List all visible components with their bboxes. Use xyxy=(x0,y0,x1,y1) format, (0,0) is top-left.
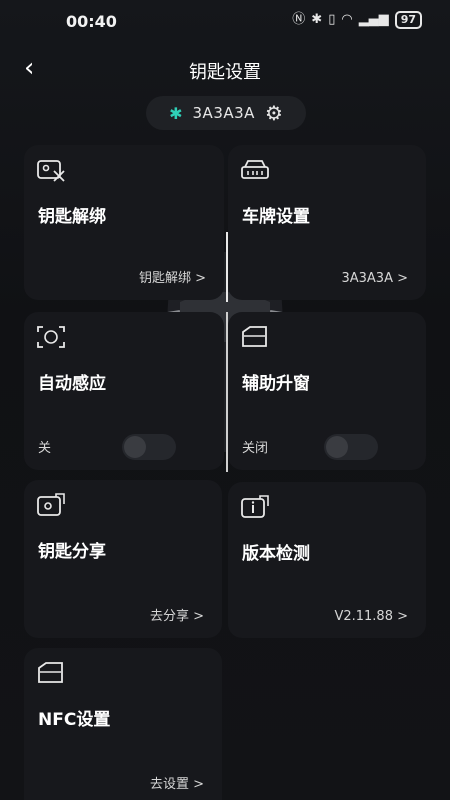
gear-icon[interactable]: ⚙ xyxy=(265,101,283,125)
key-unbind-link[interactable]: 钥匙解绑 > xyxy=(139,267,206,286)
key-share-icon xyxy=(37,493,65,516)
window-assist-title: 辅助升窗 xyxy=(242,374,310,394)
toggle-knob xyxy=(124,436,146,458)
face-sense-icon xyxy=(37,326,65,348)
key-unbind-icon xyxy=(37,160,65,182)
wifi-status-icon: ◠ xyxy=(341,12,353,27)
status-icons: Ⓝ ✱ ▯ ◠ ▂▄▆ 97 xyxy=(292,11,422,29)
battery-indicator: 97 xyxy=(394,11,422,29)
bluetooth-status-icon: ✱ xyxy=(311,12,323,27)
auto-sense-title: 自动感应 xyxy=(38,374,106,394)
status-bar: 00:40 Ⓝ ✱ ▯ ◠ ▂▄▆ 97 xyxy=(0,0,450,42)
screen: 00:40 Ⓝ ✱ ▯ ◠ ▂▄▆ 97 ‹ 钥匙设置 ✱ 3A3A3A ⚙ 钥… xyxy=(0,0,450,800)
info-icon xyxy=(241,495,269,518)
signal-status-icon: ▂▄▆ xyxy=(358,12,389,27)
window-assist-state: 关闭 xyxy=(242,441,269,456)
page-title: 钥匙设置 xyxy=(189,62,261,83)
status-time: 00:40 xyxy=(66,12,117,31)
key-share-title: 钥匙分享 xyxy=(38,542,106,562)
device-name: 3A3A3A xyxy=(192,104,255,122)
bluetooth-icon: ✱ xyxy=(169,103,183,123)
nfc-status-icon: Ⓝ xyxy=(292,12,306,27)
car-door-icon xyxy=(38,662,63,683)
nfc-settings-title: NFC设置 xyxy=(38,710,111,730)
device-selector[interactable]: ✱ 3A3A3A ⚙ xyxy=(146,96,306,130)
plate-value[interactable]: 3A3A3A > xyxy=(341,271,408,286)
version-value[interactable]: V2.11.88 > xyxy=(334,609,408,624)
window-assist-toggle[interactable] xyxy=(324,434,378,460)
key-share-card[interactable]: 钥匙分享 去分享 > xyxy=(24,480,222,638)
auto-sense-toggle[interactable] xyxy=(122,434,176,460)
key-share-link[interactable]: 去分享 > xyxy=(150,605,204,624)
nfc-settings-card[interactable]: NFC设置 去设置 > xyxy=(24,648,222,800)
header: ‹ 钥匙设置 xyxy=(0,48,450,92)
vibrate-status-icon: ▯ xyxy=(328,12,336,27)
auto-sense-card[interactable]: 自动感应 关 xyxy=(24,312,224,470)
version-check-title: 版本检测 xyxy=(242,544,310,564)
key-unbind-title: 钥匙解绑 xyxy=(38,207,106,227)
auto-sense-state: 关 xyxy=(38,441,52,456)
nfc-settings-link[interactable]: 去设置 > xyxy=(150,773,204,792)
window-assist-card[interactable]: 辅助升窗 关闭 xyxy=(228,312,426,470)
car-window-icon xyxy=(242,326,267,347)
plate-settings-card[interactable]: 车牌设置 3A3A3A > xyxy=(228,145,426,300)
version-check-card[interactable]: 版本检测 V2.11.88 > xyxy=(228,482,426,638)
toggle-knob xyxy=(326,436,348,458)
key-unbind-card[interactable]: 钥匙解绑 钥匙解绑 > xyxy=(24,145,224,300)
plate-settings-title: 车牌设置 xyxy=(242,207,310,227)
car-front-icon xyxy=(241,160,269,179)
